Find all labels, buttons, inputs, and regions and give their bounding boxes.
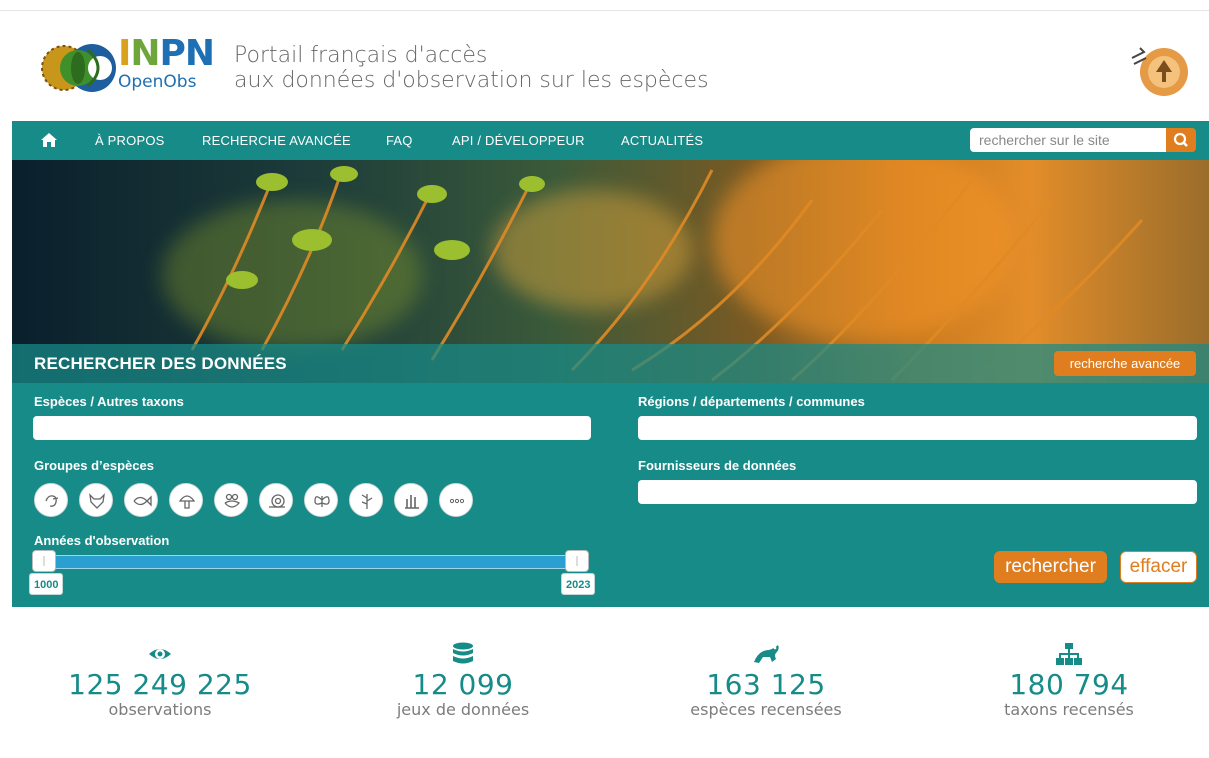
database-icon — [453, 642, 473, 664]
nav-item-faq[interactable]: FAQ — [386, 121, 413, 160]
eye-icon — [149, 649, 171, 659]
years-min-label: 1000 — [29, 573, 64, 595]
clear-button[interactable]: effacer — [1120, 551, 1197, 583]
providers-input[interactable] — [638, 480, 1197, 504]
years-slider-track[interactable] — [38, 555, 586, 569]
mushroom-icon — [178, 495, 196, 509]
site-header: INPN OpenObs Portail français d'accès au… — [0, 0, 1209, 121]
stat-observations-caption: observations — [108, 700, 212, 719]
group-mollusc-button[interactable] — [259, 483, 293, 517]
regions-input[interactable] — [638, 416, 1197, 440]
hero-banner: RECHERCHER DES DONNÉES recherche avancée — [12, 160, 1209, 383]
search-button[interactable]: rechercher — [994, 551, 1107, 583]
stat-datasets-caption: jeux de données — [396, 700, 530, 719]
bird-icon — [45, 495, 59, 507]
more-icon — [449, 498, 465, 504]
group-amphibian-button[interactable] — [214, 483, 248, 517]
nav-item-a-propos[interactable]: À PROPOS — [95, 121, 165, 160]
group-insect-button[interactable] — [304, 483, 338, 517]
stat-taxa-value: 180 794 — [1009, 668, 1129, 701]
nav-item-actualites[interactable]: ACTUALITÉS — [621, 121, 703, 160]
stat-species-value: 163 125 — [706, 668, 826, 701]
years-slider-max-handle[interactable] — [565, 550, 589, 572]
search-panel: Espèces / Autres taxons Régions / départ… — [12, 383, 1209, 607]
group-fish-button[interactable] — [124, 483, 158, 517]
group-plant-button[interactable] — [349, 483, 383, 517]
providers-label: Fournisseurs de données — [638, 458, 797, 473]
years-slider-min-handle[interactable] — [32, 550, 56, 572]
site-search-button[interactable] — [1166, 128, 1196, 152]
stat-species-caption: espèces recensées — [690, 700, 842, 719]
hero-title: RECHERCHER DES DONNÉES — [34, 354, 287, 373]
group-coral-button[interactable] — [394, 483, 428, 517]
search-icon — [1173, 132, 1188, 147]
group-fungi-button[interactable] — [169, 483, 203, 517]
nav-item-recherche-avancee[interactable]: RECHERCHE AVANCÉE — [202, 121, 351, 160]
stat-taxa-caption: taxons recensés — [1004, 700, 1134, 719]
group-mammal-button[interactable] — [79, 483, 113, 517]
years-max-label: 2023 — [561, 573, 596, 595]
main-nav: À PROPOS RECHERCHE AVANCÉE FAQ API / DÉV… — [12, 121, 1209, 160]
site-search-input[interactable] — [970, 128, 1166, 152]
groups-label: Groupes d’espèces — [34, 458, 154, 473]
fox-icon — [89, 493, 105, 509]
stat-datasets-value: 12 099 — [412, 668, 514, 701]
group-more-button[interactable] — [439, 483, 473, 517]
stat-taxa: 180 794 taxons recensés — [949, 642, 1189, 719]
advanced-search-button[interactable]: recherche avancée — [1054, 351, 1196, 376]
coral-icon — [405, 495, 419, 509]
species-input[interactable] — [33, 416, 591, 440]
butterfly-icon — [314, 496, 330, 507]
sitemap-icon — [1056, 643, 1082, 665]
years-label: Années d'observation — [34, 533, 170, 548]
plant-icon — [361, 494, 373, 509]
stat-observations-value: 125 249 225 — [68, 668, 252, 701]
logo-subtitle: OpenObs — [118, 72, 197, 92]
nav-item-api[interactable]: API / DÉVELOPPEUR — [452, 121, 585, 160]
stat-datasets: 12 099 jeux de données — [343, 642, 583, 719]
site-tagline: Portail français d'accès aux données d'o… — [234, 43, 709, 93]
group-bird-button[interactable] — [34, 483, 68, 517]
regions-label: Régions / départements / communes — [638, 394, 865, 409]
frog-icon — [754, 645, 779, 663]
partner-seal-icon[interactable] — [1128, 42, 1190, 98]
snail-icon — [269, 494, 285, 508]
species-label: Espèces / Autres taxons — [34, 394, 184, 409]
frog-icon — [224, 493, 241, 508]
tagline-line1: Portail français d'accès — [234, 43, 488, 68]
logo-wordmark: INPN — [118, 33, 215, 74]
stat-species: 163 125 espèces recensées — [646, 642, 886, 719]
home-icon[interactable] — [40, 132, 58, 148]
fish-icon — [133, 495, 152, 507]
site-search — [970, 128, 1196, 152]
stat-observations: 125 249 225 observations — [40, 642, 280, 719]
tagline-line2: aux données d'observation sur les espèce… — [234, 68, 709, 93]
